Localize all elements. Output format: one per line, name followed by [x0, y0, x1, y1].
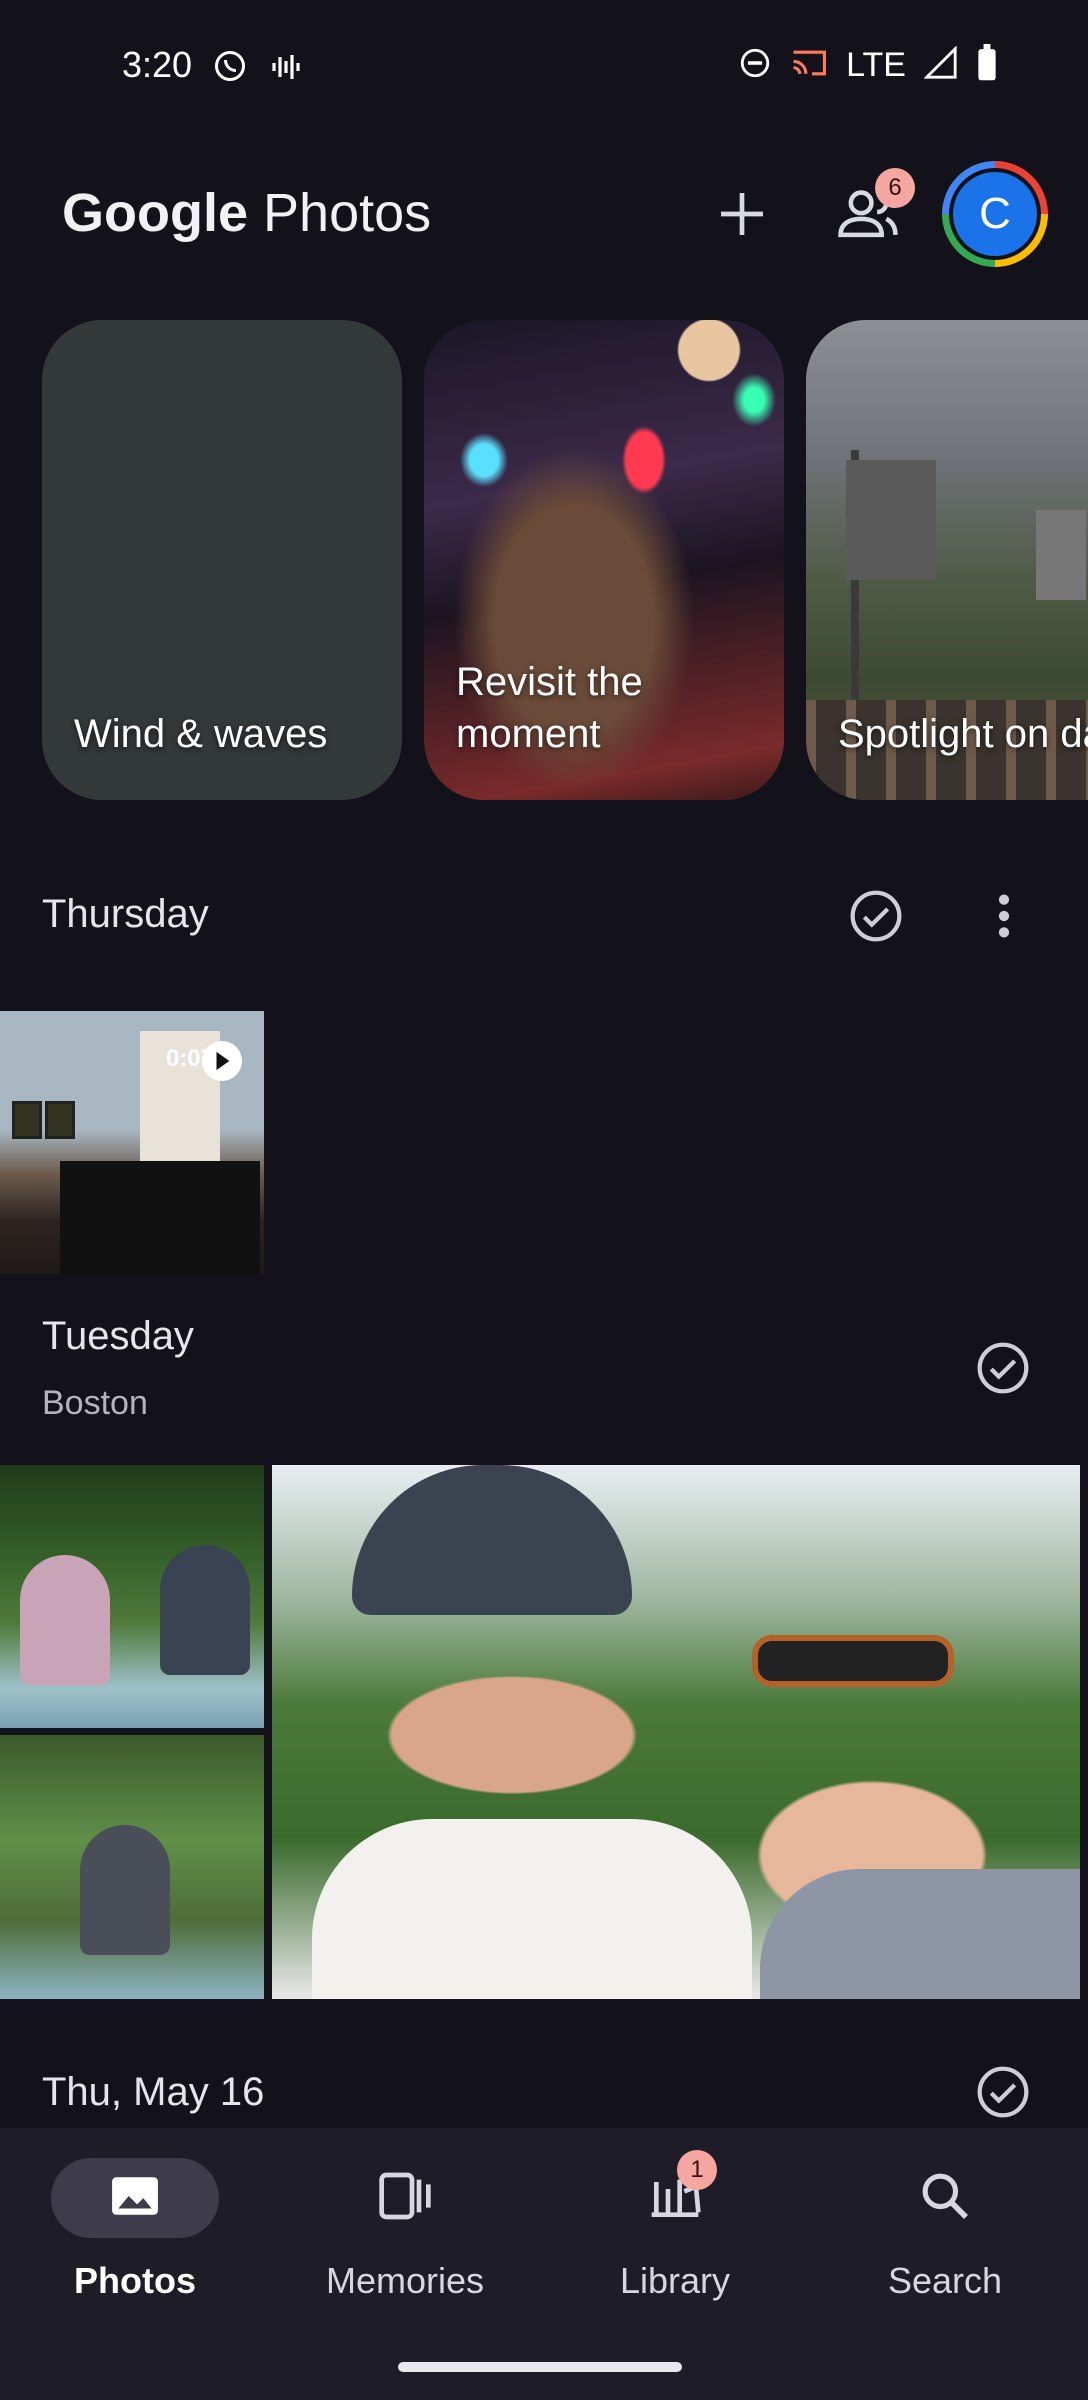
person-figure: [20, 1555, 110, 1685]
nav-label: Search: [887, 2260, 1003, 2301]
more-vert-icon: [988, 894, 1020, 947]
piano-image: [60, 1161, 260, 1274]
memory-card-revisit[interactable]: Revisit the moment: [424, 320, 784, 800]
sunglasses-image: [752, 1635, 954, 1687]
person-figure: [80, 1825, 170, 1955]
avatar-initial: C: [953, 172, 1037, 256]
nav-label: Memories: [325, 2260, 485, 2301]
section-location: Boston: [42, 1384, 148, 1422]
nav-memories-pill: [321, 2158, 489, 2238]
memory-card-spotlight[interactable]: Spotlight on day: [806, 320, 1088, 800]
plus-icon: [714, 193, 770, 245]
library-badge: 1: [677, 2150, 717, 2190]
memories-icon: [377, 2168, 433, 2229]
voice-wave-icon: [270, 52, 302, 87]
building-image: [1036, 510, 1086, 600]
select-tuesday-button[interactable]: [975, 1340, 1031, 1399]
cast-icon: [790, 46, 828, 85]
shirt-image: [312, 1819, 752, 1999]
photo-icon: [110, 2174, 160, 2223]
section-title-may16: Thu, May 16: [42, 2070, 265, 2114]
nav-library-pill: 1: [591, 2150, 759, 2238]
avatar-inner: C: [949, 168, 1041, 260]
picture-frame: [12, 1101, 42, 1139]
people-icon: [836, 190, 900, 243]
cap-image: [352, 1465, 632, 1615]
play-icon: [202, 1041, 242, 1081]
nav-search[interactable]: Search: [845, 2158, 1045, 2302]
picture-frame: [45, 1101, 75, 1139]
memory-label: Wind & waves: [74, 712, 328, 756]
nav-label: Photos: [74, 2260, 196, 2301]
section-title-thursday: Thursday: [42, 892, 209, 936]
nav-photos[interactable]: Photos: [35, 2158, 235, 2302]
logo-photos: Photos: [263, 183, 432, 243]
logo-google: Google: [62, 183, 248, 243]
photo-thumbnail[interactable]: [0, 1735, 264, 1999]
check-circle-icon: [975, 2066, 1031, 2123]
bottom-navigation: Photos Memories 1 Library Search: [0, 2128, 1088, 2400]
select-thursday-button[interactable]: [848, 888, 904, 947]
search-icon: [917, 2168, 973, 2229]
home-indicator[interactable]: [398, 2362, 682, 2372]
sharing-badge: 6: [875, 168, 915, 208]
status-time: 3:20: [122, 44, 193, 85]
nav-photos-pill: [51, 2158, 219, 2238]
photo-thumbnail-large[interactable]: [272, 1465, 1080, 1999]
account-avatar[interactable]: C: [942, 161, 1048, 267]
select-may16-button[interactable]: [975, 2064, 1031, 2123]
memory-label: Revisit the moment: [456, 660, 643, 756]
section-title-tuesday: Tuesday: [42, 1314, 194, 1358]
network-type: LTE: [846, 46, 906, 84]
person-figure: [160, 1545, 250, 1675]
status-right: LTE: [738, 44, 998, 87]
add-button[interactable]: [714, 186, 770, 245]
building-image: [846, 460, 936, 580]
photo-thumbnail[interactable]: [0, 1465, 264, 1728]
whatsapp-icon: [212, 48, 248, 89]
nav-label: Library: [619, 2260, 731, 2301]
battery-icon: [976, 44, 998, 87]
nav-search-pill: [861, 2158, 1029, 2238]
nav-library[interactable]: 1 Library: [575, 2150, 775, 2302]
video-thumbnail[interactable]: 0:07: [0, 1011, 264, 1274]
shirt-image: [760, 1869, 1080, 1999]
check-circle-icon: [848, 890, 904, 947]
signal-icon: [923, 45, 958, 85]
dnd-icon: [738, 46, 772, 85]
app-logo: Google Photos: [62, 182, 431, 244]
nav-memories[interactable]: Memories: [305, 2158, 505, 2302]
more-options-button[interactable]: [988, 888, 1020, 947]
check-circle-icon: [975, 1342, 1031, 1399]
memory-label: Spotlight on day: [838, 712, 1088, 756]
memory-card-wind-waves[interactable]: Wind & waves: [42, 320, 402, 800]
